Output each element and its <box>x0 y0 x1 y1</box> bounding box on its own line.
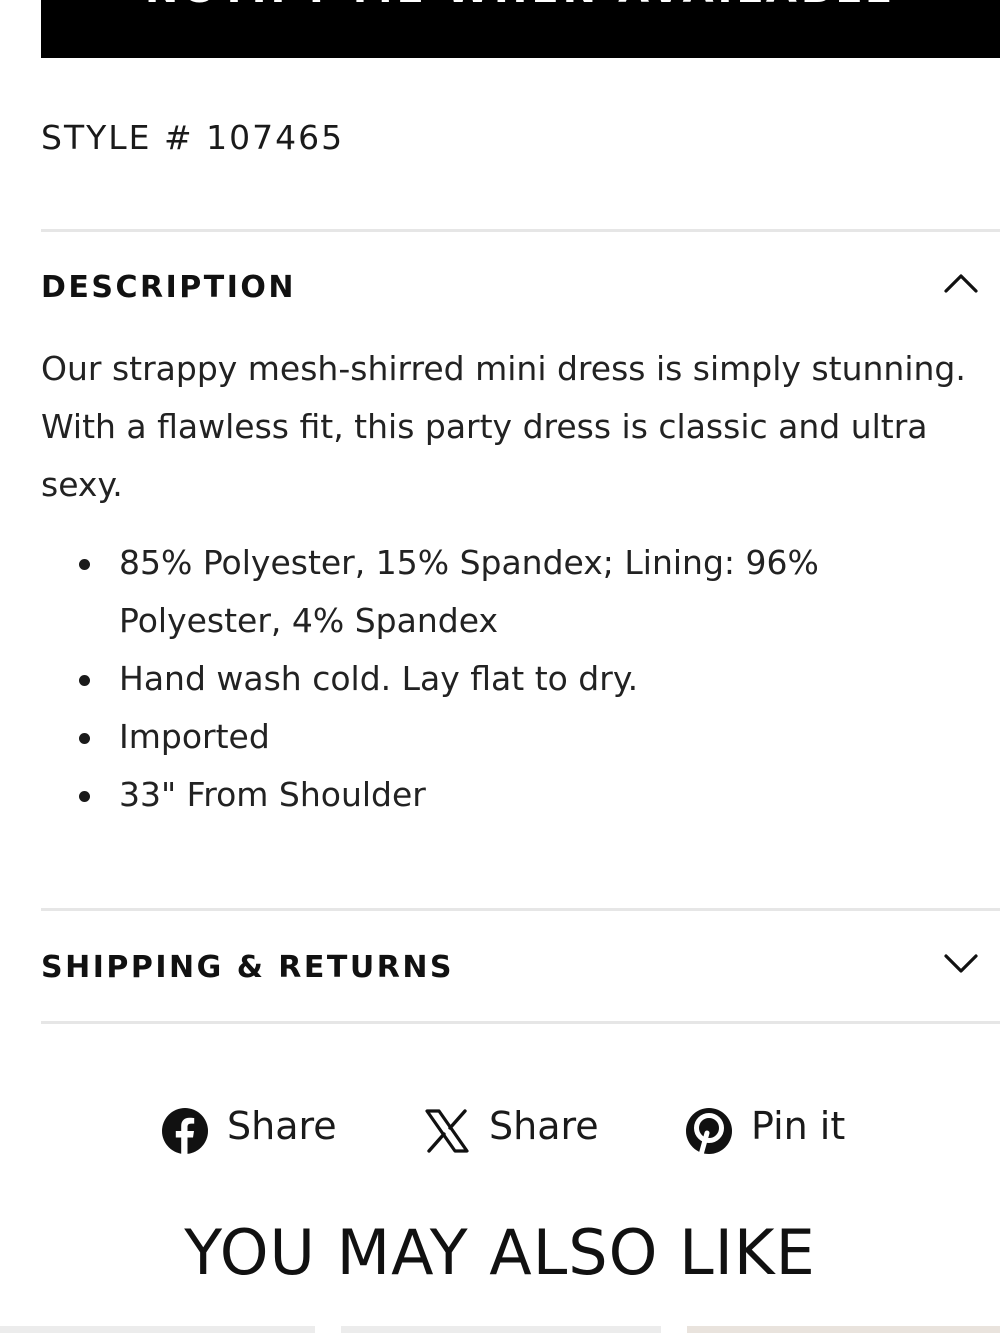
chevron-down-icon <box>944 954 978 973</box>
facebook-icon <box>162 1108 208 1155</box>
detail-text: 85% Polyester, 15% Spandex; Lining: 96% … <box>119 543 819 640</box>
divider <box>41 1021 1000 1024</box>
shipping-title: SHIPPING & RETURNS <box>41 950 455 985</box>
share-row: Share Share Pin it <box>0 1100 1000 1160</box>
chevron-up-icon <box>944 274 978 293</box>
detail-item: 33" From Shoulder <box>41 766 921 824</box>
description-body: Our strappy mesh-shirred mini dress is s… <box>41 349 966 504</box>
detail-item: Imported <box>41 708 921 766</box>
x-icon <box>425 1109 469 1153</box>
description-title: DESCRIPTION <box>41 270 297 305</box>
description-details: 85% Polyester, 15% Spandex; Lining: 96% … <box>41 534 921 824</box>
product-card-thumbnail[interactable] <box>341 1326 661 1333</box>
notify-me-label: NOTIFY ME WHEN AVAILABLE <box>41 0 1000 12</box>
divider <box>41 908 1000 911</box>
style-number: STYLE # 107465 <box>41 118 345 157</box>
pinterest-icon <box>686 1108 732 1155</box>
recommendations-title: YOU MAY ALSO LIKE <box>184 1216 816 1289</box>
detail-text: Imported <box>119 717 270 756</box>
detail-item: 85% Polyester, 15% Spandex; Lining: 96% … <box>41 534 921 650</box>
bullet <box>79 675 90 686</box>
notify-me-button[interactable]: NOTIFY ME WHEN AVAILABLE <box>41 0 1000 58</box>
detail-item: Hand wash cold. Lay flat to dry. <box>41 650 921 708</box>
detail-text: Hand wash cold. Lay flat to dry. <box>119 659 639 698</box>
bullet <box>79 791 90 802</box>
description-accordion-header[interactable]: DESCRIPTION <box>41 256 1000 316</box>
divider <box>41 229 1000 232</box>
pinterest-pin-label: Pin it <box>751 1104 846 1148</box>
bullet <box>79 733 90 744</box>
shipping-accordion-header[interactable]: SHIPPING & RETURNS <box>41 936 1000 996</box>
x-share-label: Share <box>489 1104 599 1148</box>
detail-text: 33" From Shoulder <box>119 775 426 814</box>
pinterest-pin-button[interactable]: Pin it <box>685 1100 855 1160</box>
product-card-thumbnail[interactable] <box>0 1326 315 1333</box>
x-share-button[interactable]: Share <box>423 1100 603 1160</box>
product-card-thumbnail[interactable] <box>687 1326 1000 1333</box>
facebook-share-button[interactable]: Share <box>161 1100 341 1160</box>
bullet <box>79 559 90 570</box>
facebook-share-label: Share <box>227 1104 337 1148</box>
